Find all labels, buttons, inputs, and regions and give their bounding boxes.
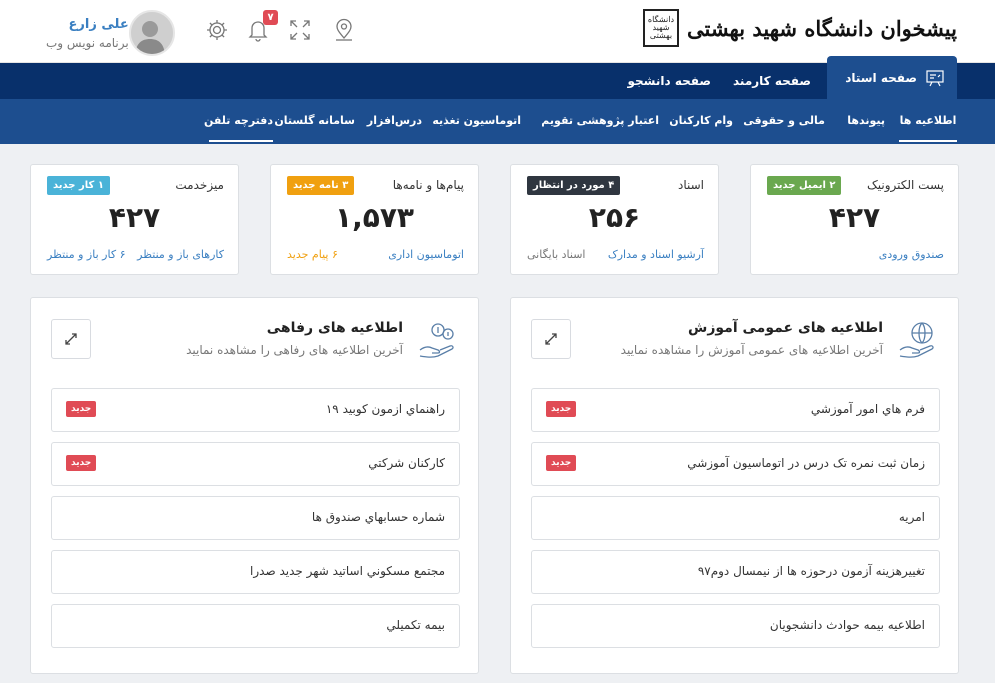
sub-navigation: اطلاعیه ها پیوندها مالی و حقوقی وام کارک… [0, 99, 995, 144]
stat-value: ۴۲۷ [108, 201, 161, 234]
subnav-research-credit[interactable]: اعتبار پژوهشی [577, 99, 659, 142]
stat-title: میزخدمت [175, 178, 224, 192]
stat-link-archive[interactable]: آرشیو اسناد و مدارک [608, 248, 704, 261]
subnav-financial[interactable]: مالی و حقوقی [743, 99, 825, 142]
item-text: بيمه تكميلي [386, 618, 445, 632]
stat-link-new-messages[interactable]: ۶ پیام جدید [287, 248, 338, 261]
item-text: فرم هاي امور آموزشي [810, 402, 925, 416]
status-badge: ۲ ایمیل جدید [767, 176, 842, 195]
tab-label: صفحه استاد [845, 70, 917, 85]
stat-value: ۴۲۷ [828, 201, 881, 234]
list-item[interactable]: تغییرهزینه آزمون درحوزه ها از نیمسال دوم… [531, 550, 940, 594]
panel-title: اطلاعیه های رفاهی [266, 320, 403, 336]
stat-card-messages[interactable]: پیام‌ها و نامه‌ها ۳ نامه جدید ۱,۵۷۳ اتوم… [270, 164, 479, 275]
subnav-announcements[interactable]: اطلاعیه ها [899, 99, 957, 142]
location-icon[interactable] [330, 16, 358, 44]
tab-employee-page[interactable]: صفحه کارمند [719, 63, 825, 99]
stat-link-archived-docs[interactable]: اسناد بایگانی [527, 248, 585, 261]
user-role: برنامه نویس وب [46, 35, 129, 50]
item-text: مجتمع مسكوني اساتيد شهر جديد صدرا [250, 564, 445, 578]
logo-text: پیشخوان دانشگاه شهید بهشتی [686, 15, 957, 41]
panel-education-announcements: اطلاعیه های عمومی آموزش آخرین اطلاعیه ها… [510, 297, 959, 674]
new-badge: جدید [66, 455, 97, 471]
stat-title: پست الکترونیک [867, 178, 944, 192]
stat-card-email[interactable]: پست الکترونیک ۲ ایمیل جدید ۴۲۷ صندوق ورو… [750, 164, 959, 275]
user-profile[interactable]: علی زارع برنامه نویس وب [36, 10, 175, 56]
money-hand-icon [418, 320, 460, 360]
list-item[interactable]: کارکنان شرکتي جدید [51, 442, 460, 486]
item-text: کارکنان شرکتي [368, 456, 445, 470]
list-item[interactable]: راهنماي ازمون کوبید ۱۹ جدید [51, 388, 460, 432]
new-badge: جدید [546, 401, 577, 417]
panel-welfare-announcements: اطلاعیه های رفاهی آخرین اطلاعیه های رفاه… [30, 297, 479, 674]
expand-icon [65, 333, 77, 345]
list-item[interactable]: زمان ثبت نمره تک درس در اتوماسيون آموزشي… [531, 442, 940, 486]
tab-student-page[interactable]: صفحه دانشجو [614, 63, 726, 99]
bell-icon[interactable]: ۷ [244, 10, 278, 44]
list-item[interactable]: شماره حسابهاي صندوق ها [51, 496, 460, 540]
item-text: امريه [898, 510, 925, 524]
stat-value: ۱,۵۷۳ [335, 201, 414, 234]
stat-card-service-desk[interactable]: میزخدمت ۱ کار جدید ۴۲۷ کارهای باز و منتظ… [30, 164, 239, 275]
stat-value: ۲۵۶ [588, 201, 641, 234]
subnav-courseware[interactable]: درس‌افزار [367, 99, 422, 142]
status-badge: ۳ نامه جدید [287, 176, 355, 195]
item-text: اطلاعیه بیمه حوادث دانشجویان [769, 618, 925, 632]
subnav-links[interactable]: پیوندها [847, 99, 885, 142]
fullscreen-icon[interactable] [286, 16, 314, 44]
stat-link-open-tasks[interactable]: کارهای باز و منتظر [137, 248, 224, 261]
user-name: علی زارع [68, 16, 129, 32]
item-text: زمان ثبت نمره تک درس در اتوماسيون آموزشي [687, 456, 925, 470]
top-navigation: صفحه استاد صفحه کارمند صفحه دانشجو [0, 56, 995, 99]
logo-seal: دانشگاه شهید بهشتی [642, 9, 679, 47]
stat-link-pending-tasks[interactable]: ۶ کار باز و منتظر [47, 248, 125, 261]
subnav-phonebook[interactable]: دفترچه تلفن [204, 99, 273, 142]
subnav-staff-loan[interactable]: وام کارکنان [669, 99, 733, 142]
avatar[interactable] [128, 10, 175, 56]
globe-hand-icon [898, 320, 940, 360]
notification-count-badge: ۷ [263, 10, 278, 25]
panel-subtitle: آخرین اطلاعیه های عمومی آموزش را مشاهده … [620, 343, 883, 357]
presentation-icon [926, 69, 944, 86]
subnav-food-automation[interactable]: اتوماسیون تغذیه [432, 99, 521, 142]
new-badge: جدید [546, 455, 577, 471]
stat-title: پیام‌ها و نامه‌ها [392, 178, 464, 192]
item-text: شماره حسابهاي صندوق ها [311, 510, 445, 524]
status-badge: ۴ مورد در انتظار [527, 176, 621, 195]
university-logo[interactable]: پیشخوان دانشگاه شهید بهشتی دانشگاه شهید … [642, 9, 957, 47]
list-item[interactable]: امريه [531, 496, 940, 540]
expand-icon [545, 333, 557, 345]
expand-button[interactable] [51, 319, 91, 359]
list-item[interactable]: مجتمع مسكوني اساتيد شهر جديد صدرا [51, 550, 460, 594]
panel-subtitle: آخرین اطلاعیه های رفاهی را مشاهده نمایید [186, 343, 403, 357]
expand-button[interactable] [531, 319, 571, 359]
tab-professor-page[interactable]: صفحه استاد [827, 56, 957, 99]
list-item[interactable]: فرم هاي امور آموزشي جدید [531, 388, 940, 432]
stat-link-inbox[interactable]: صندوق ورودی [879, 248, 944, 261]
stat-link-office-automation[interactable]: اتوماسیون اداری [388, 248, 464, 261]
panel-title: اطلاعیه های عمومی آموزش [688, 320, 883, 336]
list-item[interactable]: اطلاعیه بیمه حوادث دانشجویان [531, 604, 940, 648]
stat-card-documents[interactable]: اسناد ۴ مورد در انتظار ۲۵۶ آرشیو اسناد و… [510, 164, 719, 275]
stat-title: اسناد [677, 178, 704, 192]
subnav-calendar[interactable]: تقویم [541, 99, 573, 142]
subnav-golestan[interactable]: سامانه گلستان [274, 99, 355, 142]
new-badge: جدید [66, 401, 97, 417]
list-item[interactable]: بيمه تكميلي [51, 604, 460, 648]
settings-icon[interactable] [203, 16, 231, 44]
header: پیشخوان دانشگاه شهید بهشتی دانشگاه شهید … [0, 0, 995, 63]
item-text: تغییرهزینه آزمون درحوزه ها از نیمسال دوم… [697, 564, 925, 578]
status-badge: ۱ کار جدید [47, 176, 110, 195]
item-text: راهنماي ازمون کوبید ۱۹ [325, 402, 445, 416]
